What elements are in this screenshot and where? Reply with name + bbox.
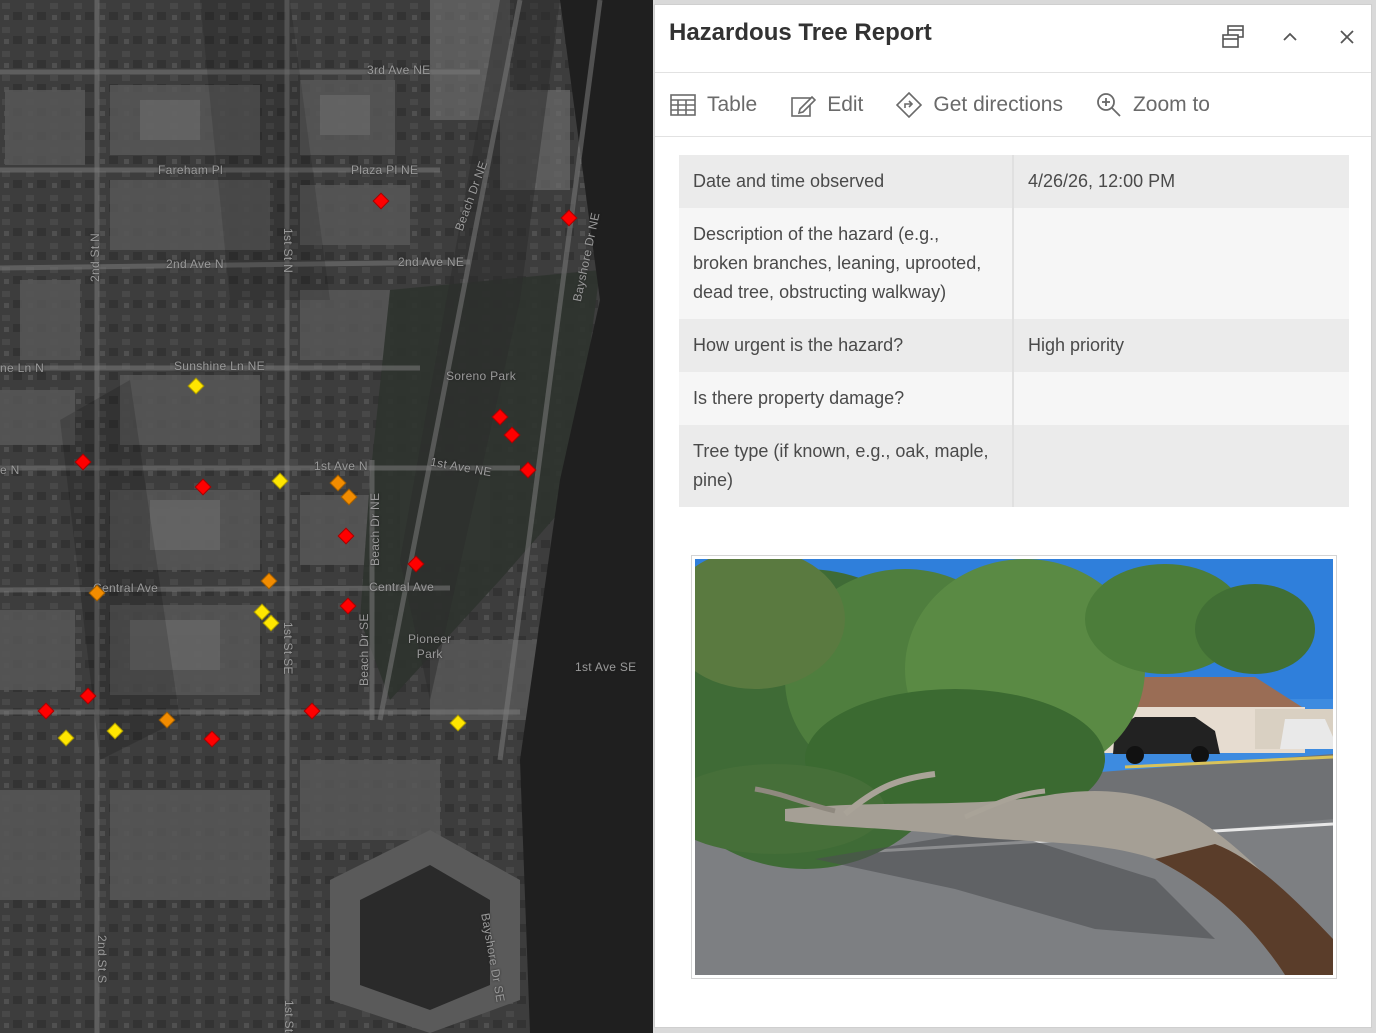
map-view[interactable]: 3rd Ave NE Fareham Pl Plaza Pl NE Beach … — [0, 0, 653, 1033]
get-directions-label: Get directions — [933, 92, 1063, 116]
table-row: Date and time observed 4/26/26, 12:00 PM — [679, 155, 1349, 208]
street-label: e N — [0, 463, 20, 477]
street-label: Central Ave — [369, 580, 435, 594]
field-value — [1013, 425, 1349, 507]
street-label: 1st Ave SE — [575, 660, 637, 674]
table-row: Tree type (if known, e.g., oak, maple, p… — [679, 425, 1349, 507]
table-icon — [669, 91, 697, 119]
close-icon — [1337, 27, 1357, 51]
street-label: 2nd St S — [95, 935, 109, 984]
collapse-button[interactable] — [1270, 19, 1310, 59]
field-name: Tree type (if known, e.g., oak, maple, p… — [679, 425, 1014, 507]
table-row: Is there property damage? — [679, 372, 1349, 425]
feature-popup: Hazardous Tree Report Table Edit Get dir… — [654, 4, 1372, 1028]
street-label: Fareham Pl — [158, 163, 224, 177]
zoom-in-icon — [1095, 91, 1123, 119]
street-label: 1st St N — [281, 228, 295, 274]
park-label: Pioneer Park — [408, 632, 452, 661]
street-label: Beach Dr SE — [357, 613, 371, 686]
edit-icon — [789, 91, 817, 119]
get-directions-action[interactable]: Get directions — [895, 85, 1063, 125]
field-value: 4/26/26, 12:00 PM — [1013, 155, 1349, 208]
street-label: Plaza Pl NE — [351, 163, 419, 177]
fallen-tree-photo — [695, 559, 1333, 975]
street-label: Sunshine Ln NE — [174, 359, 265, 373]
street-label: 2nd Ave N — [166, 257, 224, 271]
field-name: Description of the hazard (e.g., broken … — [679, 208, 1014, 319]
street-label: 1st St SE — [281, 622, 295, 675]
attribute-table: Date and time observed 4/26/26, 12:00 PM… — [679, 155, 1349, 507]
attachment-photo[interactable] — [691, 555, 1337, 979]
park-label: Soreno Park — [446, 369, 517, 383]
popup-action-bar: Table Edit Get directions Zoom to — [655, 73, 1371, 137]
street-label: 1st Ave N — [314, 459, 368, 473]
zoom-to-action[interactable]: Zoom to — [1095, 85, 1210, 125]
field-value — [1013, 372, 1349, 425]
street-label: Beach Dr NE — [368, 492, 382, 566]
street-label: ne Ln N — [0, 361, 45, 375]
field-name: How urgent is the hazard? — [679, 319, 1014, 372]
edit-action[interactable]: Edit — [789, 85, 863, 125]
field-name: Is there property damage? — [679, 372, 1014, 425]
table-row: Description of the hazard (e.g., broken … — [679, 208, 1349, 319]
dock-button[interactable] — [1213, 19, 1253, 59]
table-action[interactable]: Table — [669, 85, 757, 125]
street-label: 1st St — [282, 1000, 296, 1033]
chevron-up-icon — [1280, 27, 1300, 51]
zoom-to-label: Zoom to — [1132, 92, 1210, 116]
table-action-label: Table — [707, 92, 758, 116]
street-label: 2nd Ave NE — [398, 255, 465, 269]
field-value: High priority — [1013, 319, 1349, 372]
satellite-basemap — [0, 0, 653, 1033]
dock-icon — [1219, 23, 1247, 55]
field-value — [1013, 208, 1349, 319]
street-label: 2nd St N — [88, 232, 102, 282]
field-name: Date and time observed — [679, 155, 1014, 208]
street-label: 3rd Ave NE — [367, 63, 431, 77]
popup-header: Hazardous Tree Report — [655, 5, 1371, 73]
directions-icon — [895, 91, 923, 119]
popup-content: Date and time observed 4/26/26, 12:00 PM… — [655, 137, 1371, 979]
close-button[interactable] — [1327, 19, 1367, 59]
popup-title: Hazardous Tree Report — [669, 19, 932, 46]
edit-action-label: Edit — [827, 92, 864, 116]
table-row: How urgent is the hazard? High priority — [679, 319, 1349, 372]
